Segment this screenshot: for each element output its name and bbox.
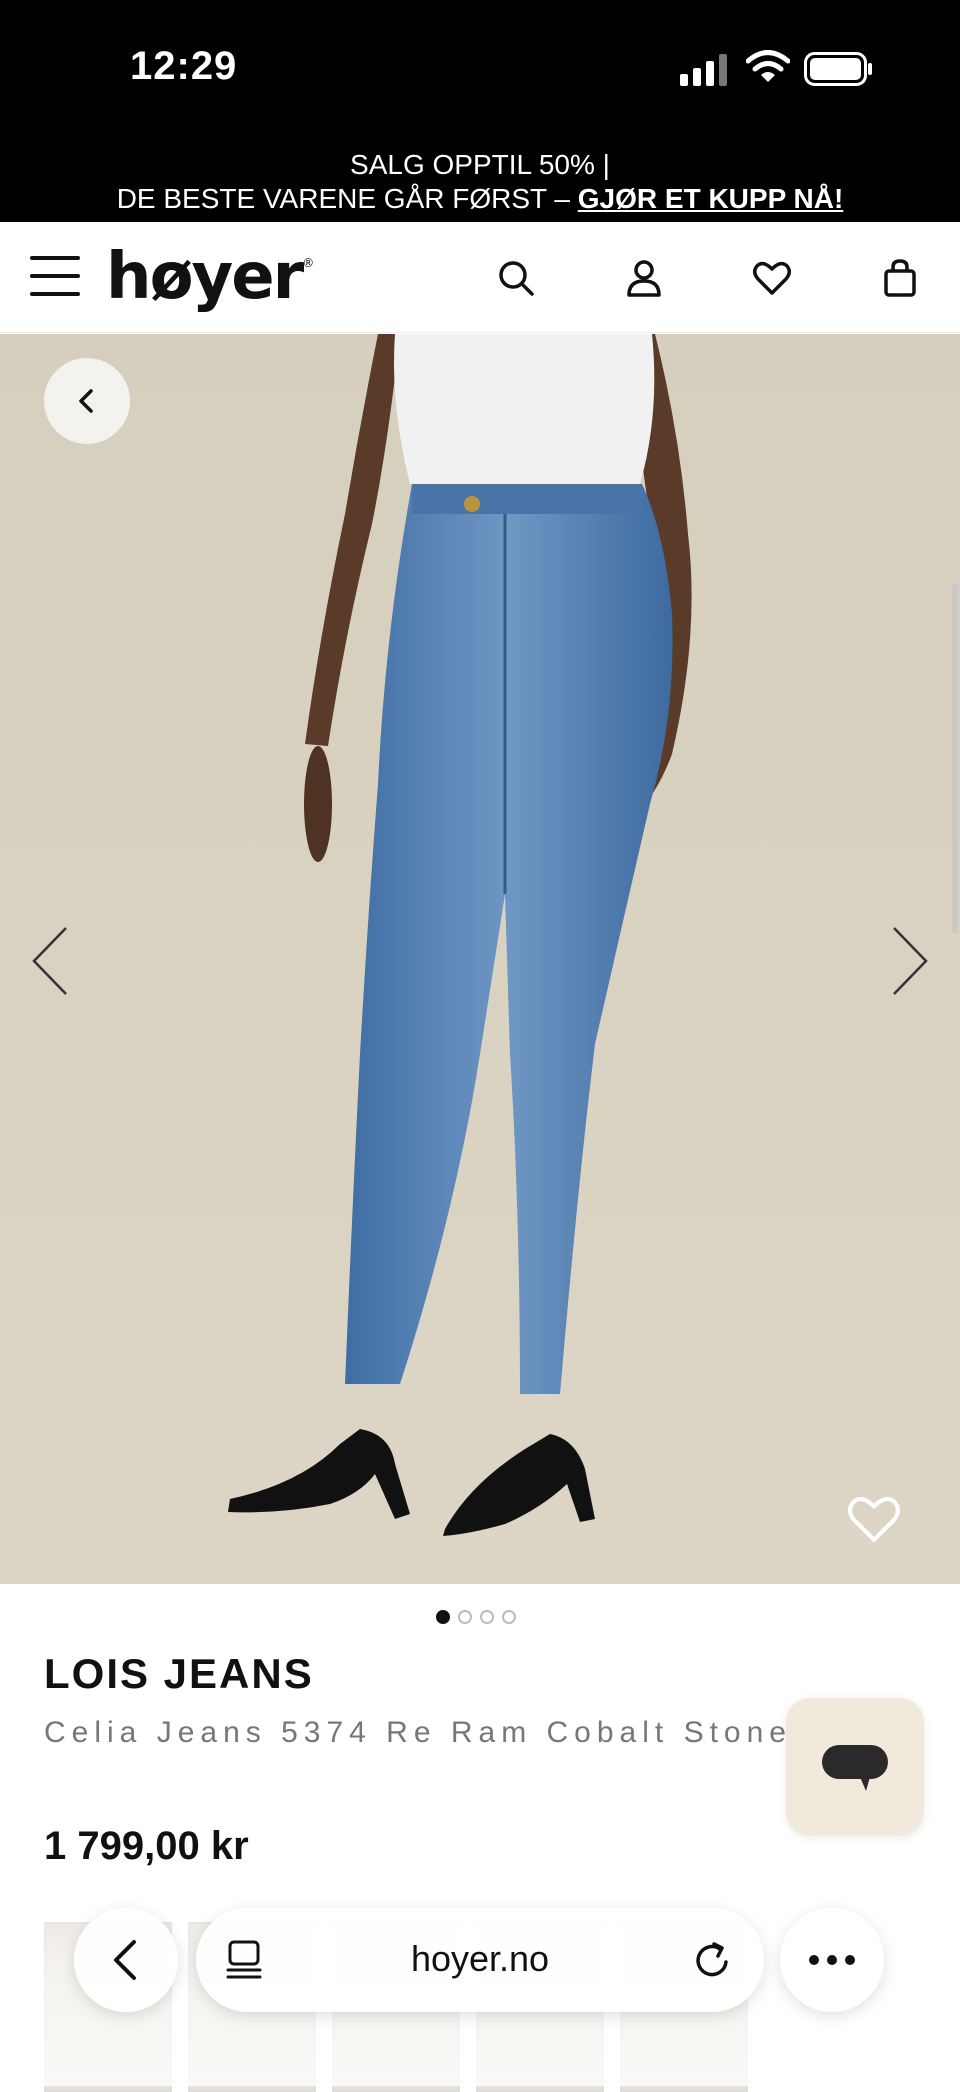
chevron-right-icon[interactable] xyxy=(888,924,932,998)
chevron-left-icon xyxy=(79,389,93,413)
more-button[interactable] xyxy=(780,1908,884,2012)
promo-line2: DE BESTE VARENE GÅR FØRST – GJØR ET KUPP… xyxy=(0,182,960,216)
chat-button[interactable] xyxy=(786,1698,924,1836)
menu-icon[interactable] xyxy=(30,256,80,298)
chevron-left-icon[interactable] xyxy=(28,924,72,998)
address-bar[interactable]: hoyer.no xyxy=(196,1908,764,2012)
more-icon xyxy=(809,1955,855,1965)
heart-icon[interactable] xyxy=(846,1494,902,1544)
logo-registered-mark: ® xyxy=(302,256,314,270)
browser-toolbar: hoyer.no xyxy=(0,1880,960,2086)
battery-icon xyxy=(804,52,872,86)
chevron-left-icon xyxy=(114,1940,136,1980)
heart-icon[interactable] xyxy=(752,258,792,298)
promo-cta-link[interactable]: GJØR ET KUPP NÅ! xyxy=(578,183,844,214)
back-button[interactable] xyxy=(44,358,130,444)
reload-icon[interactable] xyxy=(690,1938,734,1982)
promo-banner: SALG OPPTIL 50% | DE BESTE VARENE GÅR FØ… xyxy=(0,140,960,222)
site-header: høyer® xyxy=(0,222,960,333)
product-image-carousel[interactable] xyxy=(0,334,960,1584)
pagination-dot[interactable] xyxy=(480,1610,494,1624)
logo[interactable]: høyer® xyxy=(106,240,314,314)
search-icon[interactable] xyxy=(496,258,536,298)
status-time: 12:29 xyxy=(130,44,238,88)
image-pagination xyxy=(436,1610,516,1624)
logo-text: høyer xyxy=(106,240,304,314)
account-icon[interactable] xyxy=(624,258,664,298)
url-text: hoyer.no xyxy=(410,1938,550,1979)
chat-icon xyxy=(822,1745,888,1791)
pagination-dot[interactable] xyxy=(502,1610,516,1624)
pagination-dot[interactable] xyxy=(436,1610,450,1624)
signal-icon xyxy=(680,54,727,86)
status-bar: 12:29 xyxy=(0,0,960,140)
browser-back-button[interactable] xyxy=(74,1908,178,2012)
promo-message: DE BESTE VARENE GÅR FØRST – xyxy=(116,183,578,214)
promo-sale-text: SALG OPPTIL 50% | xyxy=(350,149,610,180)
product-image xyxy=(0,334,960,1584)
product-brand[interactable]: LOIS JEANS xyxy=(44,1650,314,1698)
wifi-icon xyxy=(746,50,790,82)
pagination-dot[interactable] xyxy=(458,1610,472,1624)
product-price: 1 799,00 kr xyxy=(44,1824,249,1868)
bag-icon[interactable] xyxy=(880,258,920,298)
product-name: Celia Jeans 5374 Re Ram Cobalt Stone xyxy=(44,1716,792,1749)
page-scrollbar[interactable] xyxy=(952,584,958,934)
